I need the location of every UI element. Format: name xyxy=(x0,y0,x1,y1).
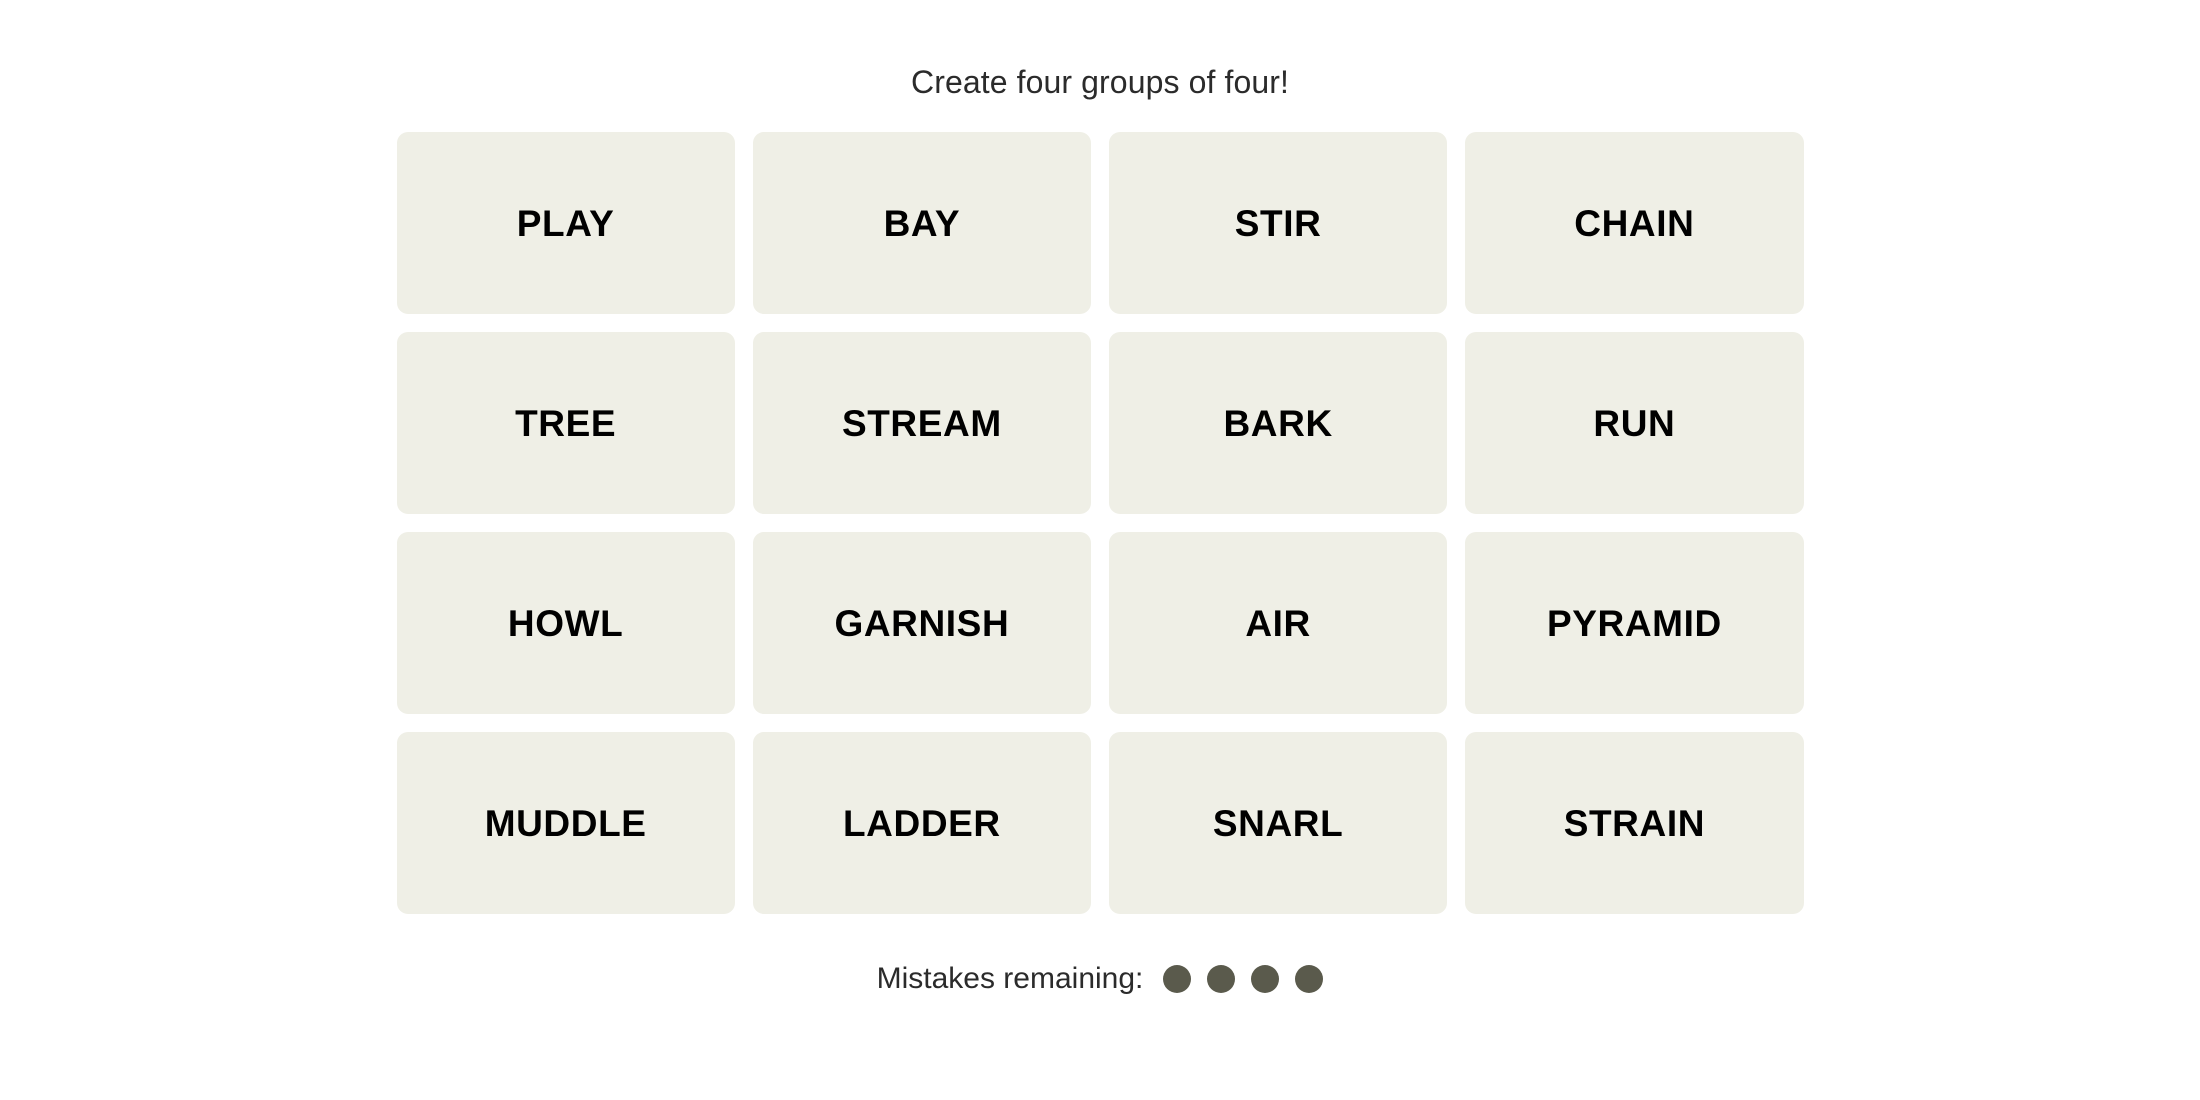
mistake-dot xyxy=(1295,965,1324,993)
word-tile[interactable]: BARK xyxy=(1109,332,1448,514)
word-tile[interactable]: AIR xyxy=(1109,532,1448,714)
word-tile-label: RUN xyxy=(1593,402,1676,444)
word-tile[interactable]: MUDDLE xyxy=(396,732,735,914)
word-tile-label: TREE xyxy=(515,402,617,444)
word-tile[interactable]: STIR xyxy=(1109,132,1448,314)
word-tile[interactable]: LADDER xyxy=(752,732,1091,914)
word-tile-label: STRAIN xyxy=(1563,802,1706,844)
word-tile[interactable]: SNARL xyxy=(1109,732,1448,914)
word-tile-label: AIR xyxy=(1245,602,1311,644)
word-tile-label: PYRAMID xyxy=(1546,602,1722,644)
word-tile[interactable]: PLAY xyxy=(396,132,735,314)
word-tile[interactable]: PYRAMID xyxy=(1465,532,1804,714)
word-tile-label: CHAIN xyxy=(1574,202,1695,244)
word-tile[interactable]: HOWL xyxy=(396,532,735,714)
word-tile[interactable]: STRAIN xyxy=(1465,732,1804,914)
word-tile[interactable]: RUN xyxy=(1465,332,1804,514)
mistake-dot xyxy=(1251,965,1280,993)
connections-game: Create four groups of four! PLAY BAY STI… xyxy=(0,0,2200,1100)
word-tile[interactable]: STREAM xyxy=(752,332,1091,514)
word-tile[interactable]: BAY xyxy=(752,132,1091,314)
word-tile-label: PLAY xyxy=(516,202,615,244)
word-tile-label: STREAM xyxy=(841,402,1002,444)
word-grid: PLAY BAY STIR CHAIN TREE STREAM BARK RUN… xyxy=(396,132,1804,914)
mistakes-dot-group xyxy=(1163,965,1324,993)
word-tile-label: BAY xyxy=(883,202,961,244)
mistake-dot xyxy=(1207,965,1236,993)
word-tile-label: MUDDLE xyxy=(484,802,647,844)
word-tile-label: BARK xyxy=(1223,402,1333,444)
word-tile[interactable]: CHAIN xyxy=(1465,132,1804,314)
mistake-dot xyxy=(1163,965,1192,993)
word-tile-label: LADDER xyxy=(842,802,1001,844)
word-tile-label: HOWL xyxy=(507,602,624,644)
word-tile-label: GARNISH xyxy=(834,602,1010,644)
mistakes-remaining: Mistakes remaining: xyxy=(877,962,1324,996)
word-tile-label: SNARL xyxy=(1212,802,1344,844)
word-tile[interactable]: TREE xyxy=(396,332,735,514)
page-title: Create four groups of four! xyxy=(910,64,1289,100)
word-tile[interactable]: GARNISH xyxy=(752,532,1091,714)
mistakes-remaining-label: Mistakes remaining: xyxy=(876,962,1144,995)
word-tile-label: STIR xyxy=(1234,202,1322,244)
